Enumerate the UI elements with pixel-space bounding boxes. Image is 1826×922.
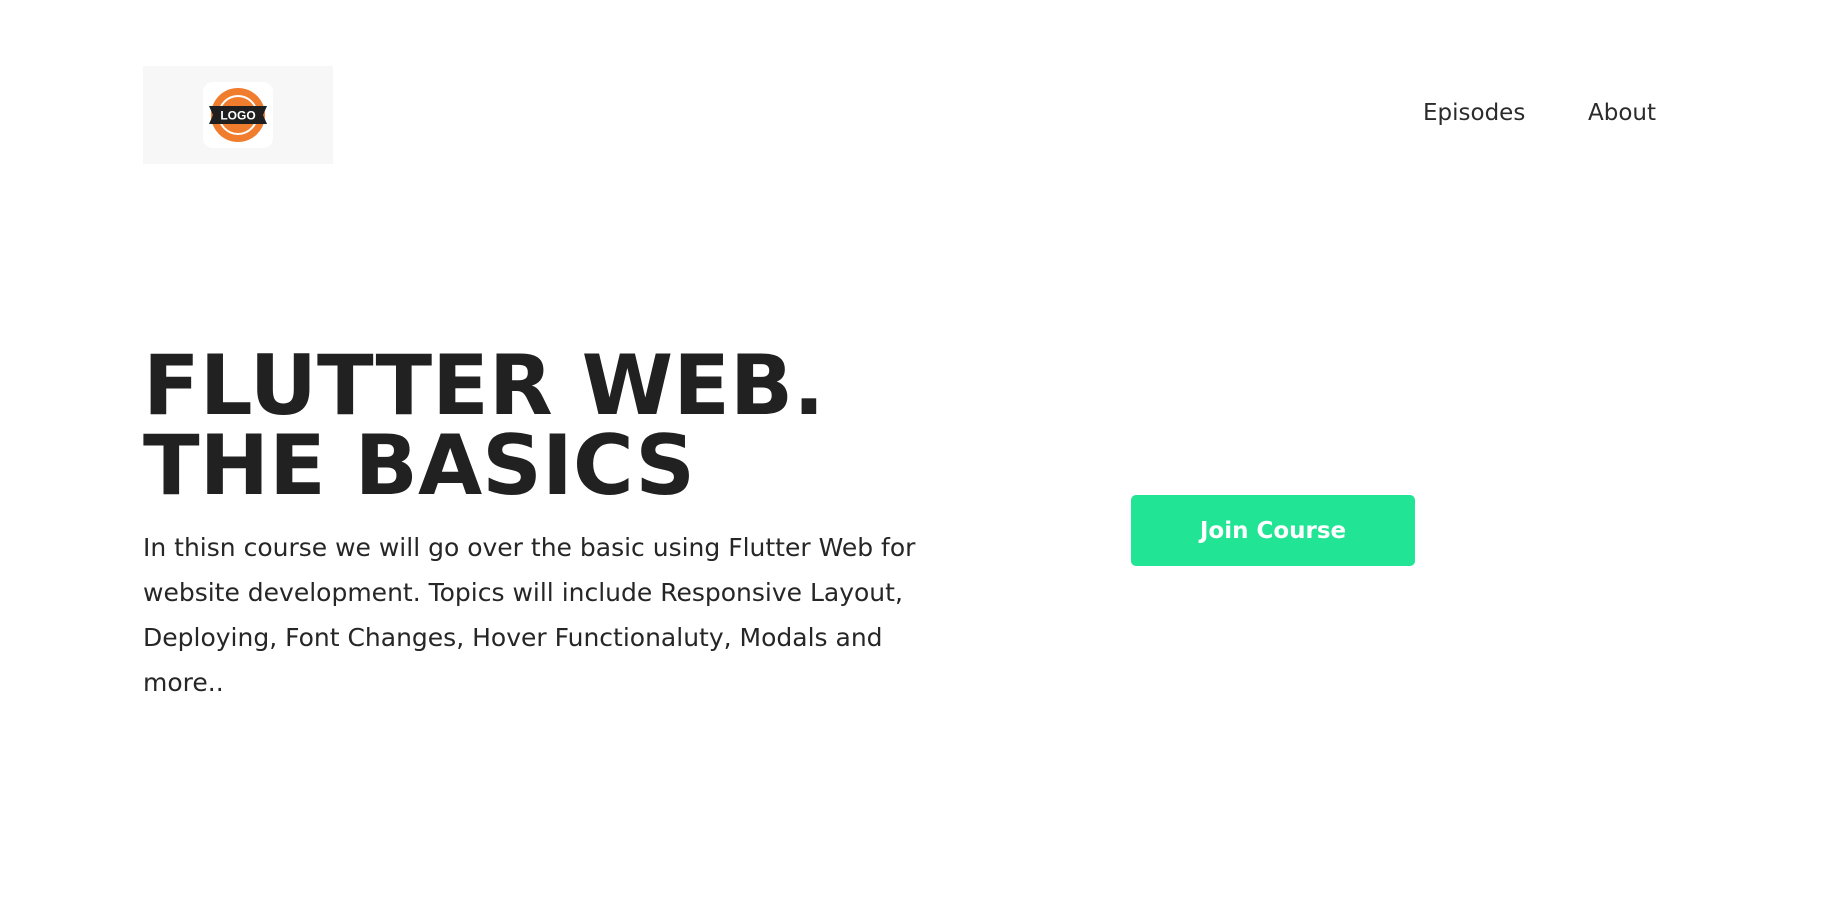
nav-menu: Episodes About <box>0 100 1826 130</box>
nav-item-about[interactable]: About <box>1588 100 1656 126</box>
nav-item-episodes[interactable]: Episodes <box>1423 100 1525 126</box>
hero-title: FLUTTER WEB. THE BASICS <box>143 337 825 514</box>
join-course-button[interactable]: Join Course <box>1131 495 1415 566</box>
hero-description: In thisn course we will go over the basi… <box>143 533 916 697</box>
